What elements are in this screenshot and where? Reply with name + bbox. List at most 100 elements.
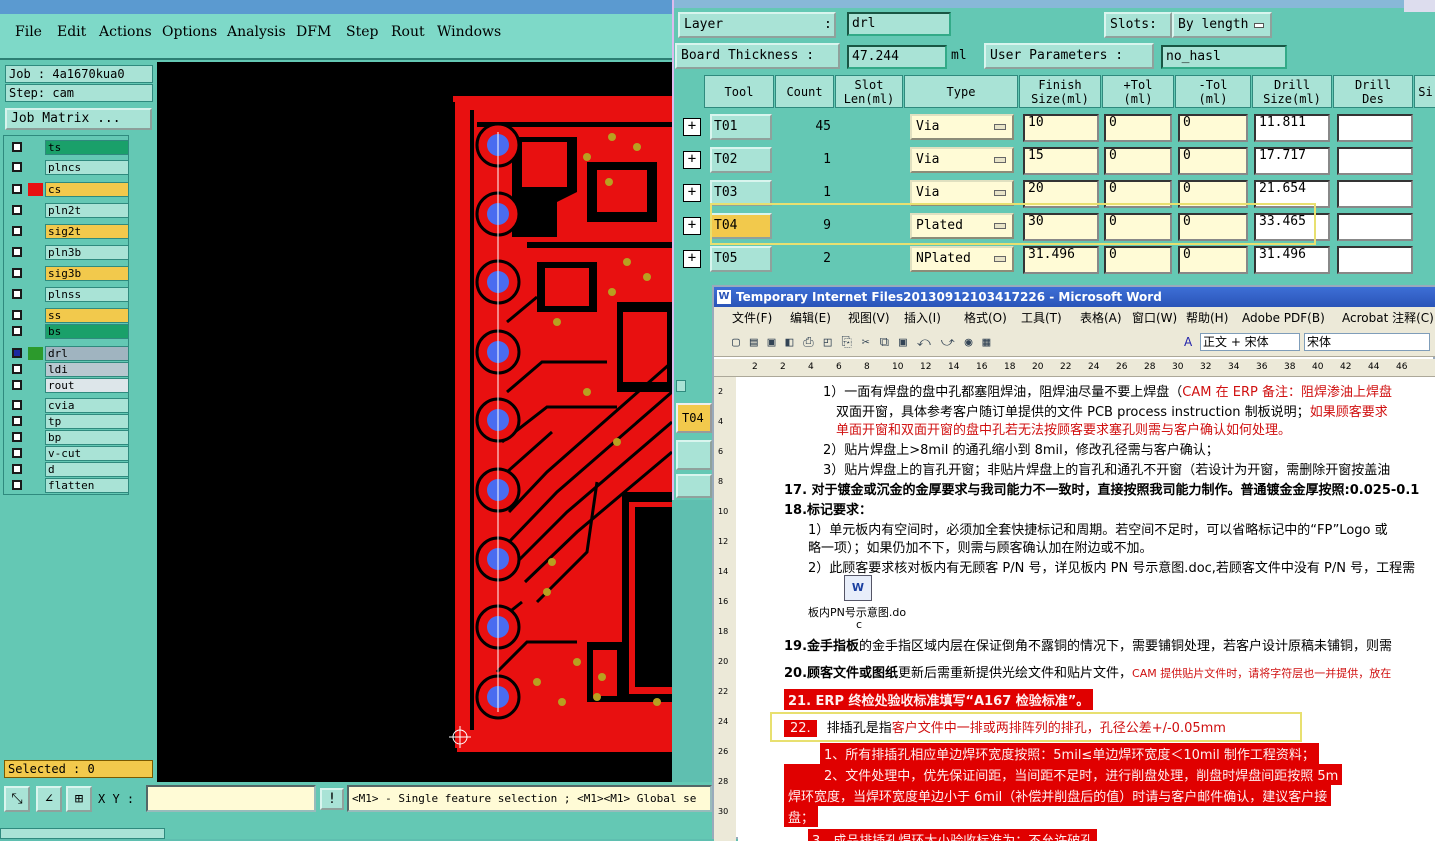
finish-size-input[interactable]: 10 [1023, 114, 1099, 142]
layer-row-bs[interactable]: bs [8, 324, 129, 339]
layer-row-drl[interactable]: drl [8, 346, 129, 361]
layer-checkbox[interactable] [12, 348, 22, 358]
layer-name[interactable]: ts [45, 140, 129, 155]
tool-type-select[interactable]: NPlated [910, 246, 1014, 272]
minus-tol-input[interactable]: 0 [1178, 114, 1248, 142]
layer-checkbox[interactable] [12, 184, 22, 194]
word-menu-item[interactable]: 帮助(H) [1186, 307, 1228, 329]
layer-field[interactable]: drl [847, 12, 951, 36]
layer-name[interactable]: plncs [45, 160, 129, 175]
layer-row-ts[interactable]: ts [8, 140, 129, 155]
toolbar-icons[interactable]: ▢▤▣◧⎙◰⎘✂⧉▣⤺⤻◉▦ [732, 335, 1000, 350]
layer-name[interactable]: flatten [45, 478, 129, 493]
layer-name[interactable]: ldi [45, 362, 129, 377]
menu-file[interactable]: File [15, 24, 42, 40]
drill-des-input[interactable] [1337, 147, 1413, 175]
layer-checkbox[interactable] [12, 142, 22, 152]
word-menu-item[interactable]: 表格(A) [1080, 307, 1122, 329]
alert-icon[interactable]: ! [320, 788, 344, 810]
word-menu-item[interactable]: 格式(O) [964, 307, 1007, 329]
menu-analysis[interactable]: Analysis [227, 24, 286, 40]
layer-row-ss[interactable]: ss [8, 308, 129, 323]
word-menu-item[interactable]: 编辑(E) [790, 307, 831, 329]
finish-size-input[interactable]: 15 [1023, 147, 1099, 175]
layer-checkbox[interactable] [12, 380, 22, 390]
action-button[interactable] [676, 474, 712, 498]
layer-row-v-cut[interactable]: v-cut [8, 446, 129, 461]
layer-name[interactable]: pln2t [45, 203, 129, 218]
layer-name[interactable]: cvia [45, 398, 129, 413]
layer-checkbox[interactable] [12, 289, 22, 299]
expand-icon[interactable]: + [683, 118, 701, 136]
drill-size-input[interactable]: 31.496 [1254, 246, 1330, 274]
plus-tol-input[interactable]: 0 [1104, 246, 1172, 274]
tool-button[interactable]: T02 [710, 147, 772, 173]
layer-name[interactable]: bp [45, 430, 129, 445]
plus-tol-input[interactable]: 0 [1104, 114, 1172, 142]
layer-name[interactable]: tp [45, 414, 129, 429]
layer-row-d[interactable]: d [8, 462, 129, 477]
layer-row-cvia[interactable]: cvia [8, 398, 129, 413]
expand-icon[interactable]: + [683, 184, 701, 202]
layer-checkbox[interactable] [12, 432, 22, 442]
layer-row-rout[interactable]: rout [8, 378, 129, 393]
layer-checkbox[interactable] [12, 400, 22, 410]
scroll-arrow-icon[interactable] [676, 380, 686, 392]
word-menu-item[interactable]: 窗口(W) [1132, 307, 1177, 329]
tool-type-select[interactable]: Via [910, 147, 1014, 173]
drill-des-input[interactable] [1337, 114, 1413, 142]
xy-input[interactable] [146, 785, 316, 812]
user-parameters-field[interactable]: no_hasl [1161, 45, 1287, 69]
layer-name[interactable]: cs [45, 182, 129, 197]
layer-row-pln2t[interactable]: pln2t [8, 203, 129, 218]
layer-name[interactable]: rout [45, 378, 129, 393]
drill-size-input[interactable]: 17.717 [1254, 147, 1330, 175]
layer-checkbox[interactable] [12, 416, 22, 426]
grid-icon[interactable]: ⊞ [66, 786, 92, 812]
layer-row-tp[interactable]: tp [8, 414, 129, 429]
tool-type-select[interactable]: Via [910, 114, 1014, 140]
current-tool-field[interactable]: T04 [676, 403, 712, 433]
word-menu-item[interactable]: 文件(F) [732, 307, 772, 329]
tool-button[interactable]: T05 [710, 246, 772, 272]
drill-des-input[interactable] [1337, 180, 1413, 208]
word-menu-item[interactable]: Adobe PDF(B) [1242, 307, 1325, 329]
layer-name[interactable]: sig3b [45, 266, 129, 281]
layer-checkbox[interactable] [12, 205, 22, 215]
layer-name[interactable]: ss [45, 308, 129, 323]
menu-actions[interactable]: Actions [99, 24, 152, 40]
layer-name[interactable]: plnss [45, 287, 129, 302]
board-thickness-field[interactable]: 47.244 [847, 45, 947, 69]
layer-checkbox[interactable] [12, 247, 22, 257]
job-matrix-button[interactable]: Job Matrix ... [5, 108, 152, 130]
expand-icon[interactable]: + [683, 217, 701, 235]
layer-checkbox[interactable] [12, 226, 22, 236]
document-body[interactable]: 1）一面有焊盘的盘中孔都塞阻焊油，阻焊油尽量不要上焊盘（CAM 在 ERP 备注… [738, 377, 1435, 841]
zoom-area-icon[interactable]: ⤡ [4, 786, 30, 812]
layer-name[interactable]: v-cut [45, 446, 129, 461]
horizontal-scrollbar[interactable] [0, 828, 165, 839]
word-menu-item[interactable]: 视图(V) [848, 307, 890, 329]
layer-name[interactable]: sig2t [45, 224, 129, 239]
layer-checkbox[interactable] [12, 162, 22, 172]
drill-des-input[interactable] [1337, 213, 1413, 241]
action-button[interactable] [676, 440, 712, 470]
expand-icon[interactable]: + [683, 151, 701, 169]
layer-checkbox[interactable] [12, 480, 22, 490]
layer-row-plncs[interactable]: plncs [8, 160, 129, 175]
font-select[interactable]: 宋体 [1304, 333, 1430, 351]
window-controls[interactable] [1404, 0, 1435, 12]
minus-tol-input[interactable]: 0 [1178, 246, 1248, 274]
drill-des-input[interactable] [1337, 246, 1413, 274]
layer-checkbox[interactable] [12, 268, 22, 278]
layer-checkbox[interactable] [12, 464, 22, 474]
menu-step[interactable]: Step [346, 24, 378, 40]
doc-file-icon[interactable]: W [844, 575, 872, 601]
menu-edit[interactable]: Edit [57, 24, 86, 40]
measure-icon[interactable]: ∠ [36, 786, 62, 812]
layer-row-sig3b[interactable]: sig3b [8, 266, 129, 281]
layer-name[interactable]: drl [45, 346, 129, 361]
layer-checkbox[interactable] [12, 310, 22, 320]
layer-row-plnss[interactable]: plnss [8, 287, 129, 302]
layer-name[interactable]: d [45, 462, 129, 477]
